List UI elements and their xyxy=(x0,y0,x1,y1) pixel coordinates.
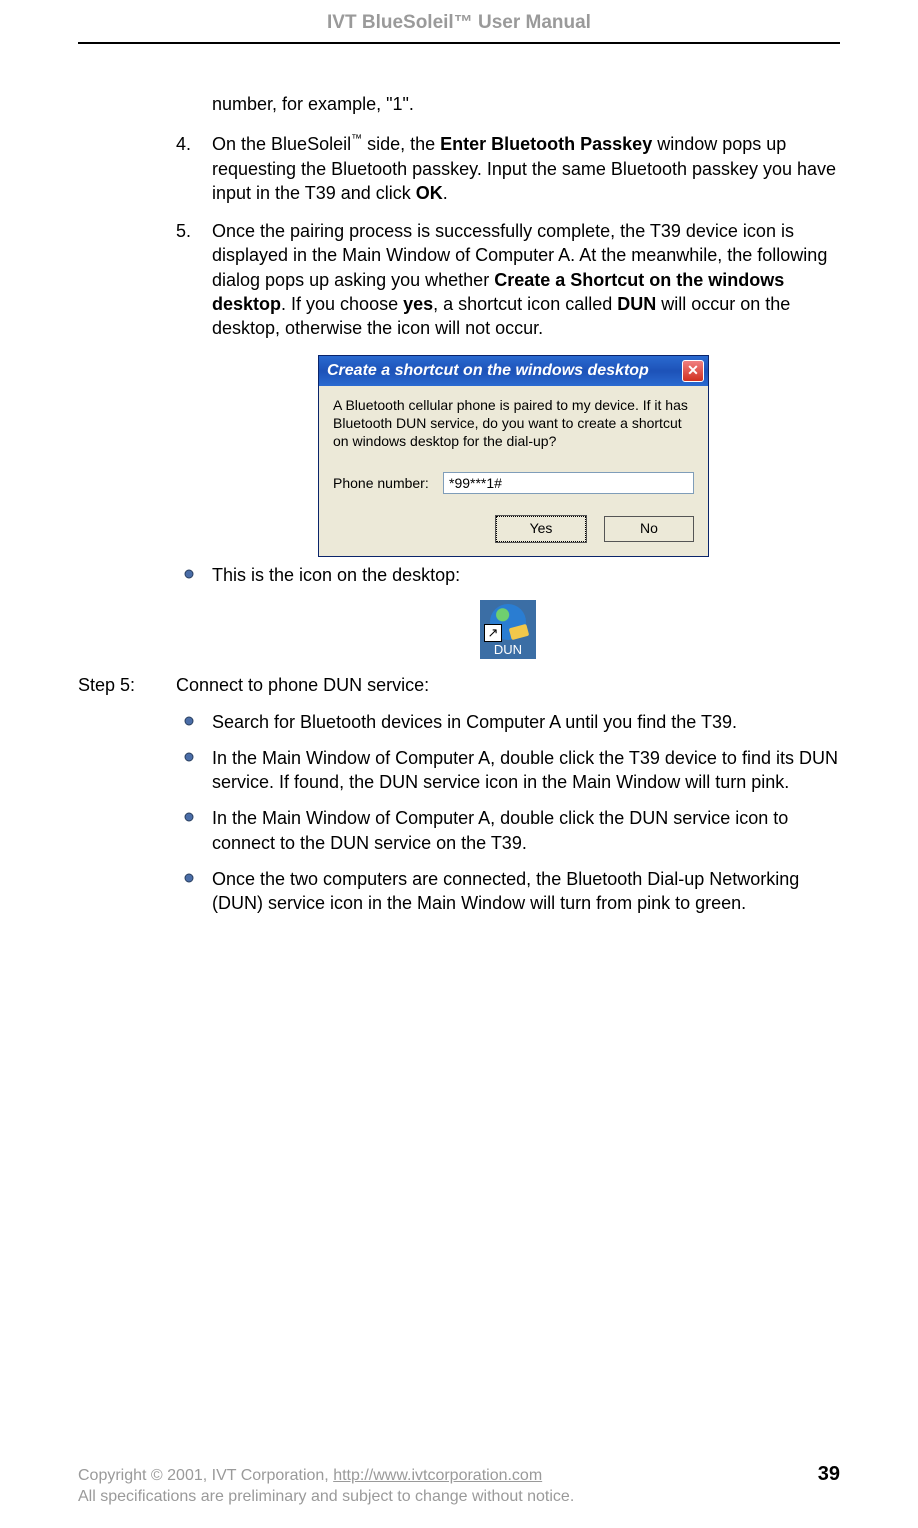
bullet-text: In the Main Window of Computer A, double… xyxy=(212,748,838,792)
bullet-item: In the Main Window of Computer A, double… xyxy=(184,746,840,795)
tm-mark: ™ xyxy=(351,133,362,145)
page-footer: Copyright © 2001, IVT Corporation, http:… xyxy=(78,1463,840,1506)
copyright-text: Copyright © 2001, IVT Corporation, xyxy=(78,1467,333,1484)
list-item-4: 4. On the BlueSoleil™ side, the Enter Bl… xyxy=(176,132,840,205)
bold-text: DUN xyxy=(617,294,656,314)
icon-label: DUN xyxy=(484,642,532,657)
fragment-text: number, for example, "1". xyxy=(212,94,414,114)
content-area: number, for example, "1". 4. On the Blue… xyxy=(78,92,840,916)
list-number: 5. xyxy=(176,219,191,243)
dialog-titlebar: Create a shortcut on the windows desktop… xyxy=(319,356,708,386)
phone-icon xyxy=(509,623,529,639)
footer-link[interactable]: http://www.ivtcorporation.com xyxy=(333,1467,542,1484)
bullet-item: This is the icon on the desktop: xyxy=(184,563,840,587)
shortcut-dialog: Create a shortcut on the windows desktop… xyxy=(318,355,709,558)
dialog-title: Create a shortcut on the windows desktop xyxy=(327,362,649,380)
bold-text: Enter Bluetooth Passkey xyxy=(440,134,652,154)
bullet-item: Search for Bluetooth devices in Computer… xyxy=(184,710,840,734)
bullet-icon xyxy=(184,752,194,762)
footer-row-2: All specifications are preliminary and s… xyxy=(78,1488,840,1506)
bullet-icon xyxy=(184,873,194,883)
bullet-text: Search for Bluetooth devices in Computer… xyxy=(212,712,737,732)
step-text: Connect to phone DUN service: xyxy=(176,675,840,696)
header-rule xyxy=(78,42,840,44)
bold-text: OK xyxy=(416,183,443,203)
step-5-row: Step 5: Connect to phone DUN service: xyxy=(78,675,840,696)
phone-number-row: Phone number: xyxy=(333,472,694,494)
dialog-body: A Bluetooth cellular phone is paired to … xyxy=(319,386,708,557)
bullet-text: In the Main Window of Computer A, double… xyxy=(212,808,788,852)
no-button[interactable]: No xyxy=(604,516,694,542)
shortcut-arrow-icon: ↗ xyxy=(484,624,502,642)
footer-left: Copyright © 2001, IVT Corporation, http:… xyxy=(78,1467,542,1485)
text: , a shortcut icon called xyxy=(433,294,617,314)
dialog-figure: Create a shortcut on the windows desktop… xyxy=(318,355,840,558)
bullet-icon xyxy=(184,812,194,822)
phone-number-input[interactable] xyxy=(443,472,694,494)
dun-shortcut-icon: ↗ DUN xyxy=(480,600,536,659)
bullet-icon xyxy=(184,716,194,726)
bullet-text: This is the icon on the desktop: xyxy=(212,565,460,585)
bullet-list-1: This is the icon on the desktop: xyxy=(176,563,840,587)
yes-button[interactable]: Yes xyxy=(496,516,586,542)
page-number: 39 xyxy=(818,1463,840,1486)
dialog-buttons: Yes No xyxy=(333,516,694,542)
bold-text: yes xyxy=(403,294,433,314)
dialog-message: A Bluetooth cellular phone is paired to … xyxy=(333,396,694,451)
bullet-icon xyxy=(184,569,194,579)
text: . xyxy=(443,183,448,203)
bullet-list-2: Search for Bluetooth devices in Computer… xyxy=(176,710,840,916)
close-icon[interactable]: ✕ xyxy=(682,360,704,382)
text: On the BlueSoleil xyxy=(212,134,351,154)
desktop-icon-figure: ↗ DUN xyxy=(176,600,840,659)
bullet-text: Once the two computers are connected, th… xyxy=(212,869,799,913)
text: . If you choose xyxy=(281,294,403,314)
step-label: Step 5: xyxy=(78,675,176,696)
bullet-item: Once the two computers are connected, th… xyxy=(184,867,840,916)
globe-icon: ↗ xyxy=(490,604,526,640)
list-number: 4. xyxy=(176,132,191,156)
phone-label: Phone number: xyxy=(333,475,443,491)
list-item-5: 5. Once the pairing process is successfu… xyxy=(176,219,840,340)
page-header: IVT BlueSoleil™ User Manual xyxy=(78,12,840,42)
fragment-line: number, for example, "1". xyxy=(176,92,840,116)
footer-row-1: Copyright © 2001, IVT Corporation, http:… xyxy=(78,1463,840,1486)
bullet-item: In the Main Window of Computer A, double… xyxy=(184,806,840,855)
text: side, the xyxy=(362,134,440,154)
